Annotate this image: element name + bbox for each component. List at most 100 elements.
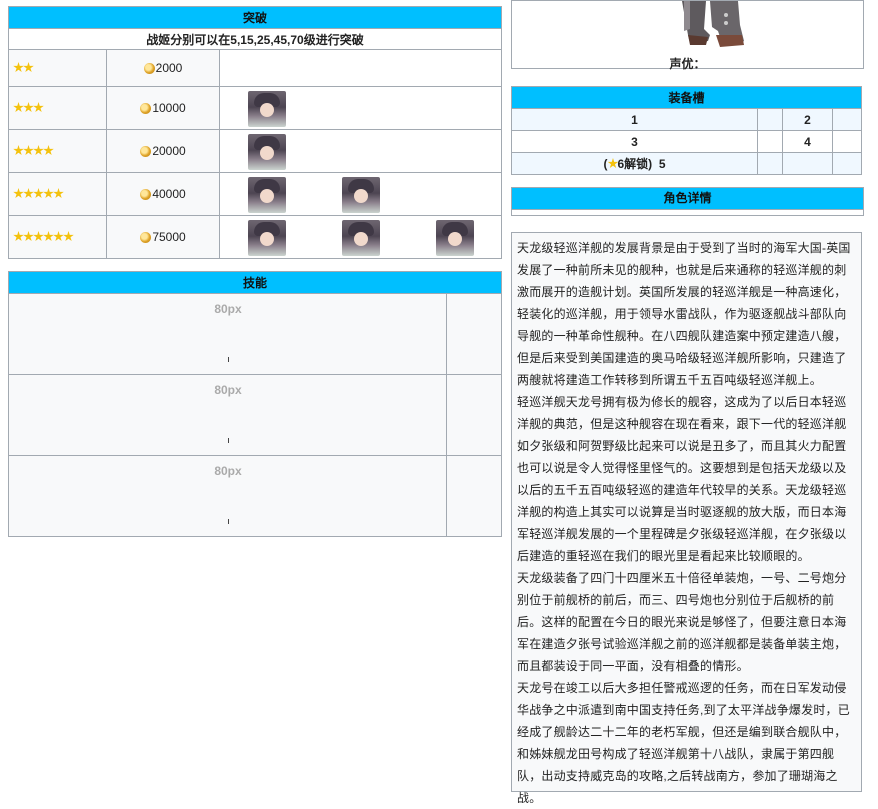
skills-header: 技能 xyxy=(8,271,502,294)
equip-slot-5-label: 5 xyxy=(658,157,666,171)
breakthrough-materials xyxy=(219,129,502,173)
equip-slot-3-value xyxy=(757,130,783,153)
breakthrough-header: 突破 xyxy=(8,6,502,29)
cost-value: 10000 xyxy=(152,101,186,115)
details-header: 角色详情 xyxy=(512,188,863,209)
equip-slot-3: 3 xyxy=(511,130,758,153)
skill-mark xyxy=(228,438,229,443)
skills-rows: 80px 80px 80px xyxy=(8,293,502,537)
character-portrait[interactable] xyxy=(248,220,286,256)
breakthrough-note: 战姬分别可以在5,15,25,45,70级进行突破 xyxy=(8,28,502,50)
star-icon xyxy=(33,102,44,113)
skill-row: 80px xyxy=(8,293,502,375)
skill-desc-cell xyxy=(446,374,502,456)
skill-mark xyxy=(228,357,229,362)
breakthrough-stars xyxy=(8,86,107,130)
details-header-panel: 角色详情 xyxy=(511,187,864,216)
breakthrough-row: 75000 xyxy=(8,215,502,259)
details-spacer xyxy=(512,209,863,215)
cost-value: 40000 xyxy=(152,187,186,201)
star-icon xyxy=(23,188,34,199)
star-icon xyxy=(13,188,24,199)
breakthrough-cost: 10000 xyxy=(106,86,220,130)
coin-icon xyxy=(140,189,152,200)
voice-panel: 声优： xyxy=(511,0,864,71)
star-icon xyxy=(13,102,24,113)
character-portrait[interactable] xyxy=(342,177,380,213)
character-portrait[interactable] xyxy=(436,220,474,256)
breakthrough-materials xyxy=(219,215,502,259)
star-icon xyxy=(33,145,44,156)
equipment-table: 装备槽 1 2 3 4 (6解锁) 5 xyxy=(511,86,862,175)
skill-mark xyxy=(228,519,229,524)
star-icon xyxy=(33,231,44,242)
cost-value: 2000 xyxy=(155,61,183,75)
skill-row: 80px xyxy=(8,374,502,456)
breakthrough-table: 突破 战姬分别可以在5,15,25,45,70级进行突破 2000 10000 20… xyxy=(8,6,502,259)
star-icon xyxy=(43,188,54,199)
equipment-panel: 装备槽 1 2 3 4 (6解锁) 5 xyxy=(511,86,862,175)
breakthrough-materials xyxy=(219,172,502,216)
breakthrough-cost: 75000 xyxy=(106,215,220,259)
equipment-header: 装备槽 xyxy=(511,86,862,109)
breakthrough-cost: 40000 xyxy=(106,172,220,216)
coin-icon xyxy=(140,232,152,243)
breakthrough-stars xyxy=(8,49,107,87)
skill-desc-cell xyxy=(446,293,502,375)
breakthrough-materials xyxy=(219,86,502,130)
star-icon xyxy=(63,231,74,242)
skill-row: 80px xyxy=(8,455,502,537)
character-portrait[interactable] xyxy=(342,220,380,256)
equip-slot-1-value xyxy=(757,108,783,131)
star-icon xyxy=(13,145,24,156)
character-portrait[interactable] xyxy=(248,91,286,127)
star-icon xyxy=(13,62,24,73)
skill-icon-cell: 80px xyxy=(8,374,447,456)
breakthrough-cost: 2000 xyxy=(106,49,220,87)
star-icon xyxy=(53,188,64,199)
equip-slot-4-value xyxy=(832,130,862,153)
description-paragraph: 天龙级轻巡洋舰的发展背景是由于受到了当时的海军大国-英国发展了一种前所未见的舰种… xyxy=(517,241,851,387)
star-icon xyxy=(33,188,44,199)
equip-slot-4: 4 xyxy=(782,130,833,153)
character-description: 天龙级轻巡洋舰的发展背景是由于受到了当时的海军大国-英国发展了一种前所未见的舰种… xyxy=(511,232,862,805)
breakthrough-row: 20000 xyxy=(8,129,502,173)
skill-icon-cell: 80px xyxy=(8,293,447,375)
breakthrough-row: 10000 xyxy=(8,86,502,130)
cost-value: 20000 xyxy=(152,144,186,158)
equip-slot-5-prefix: ( xyxy=(603,157,608,171)
description-paragraph: 轻巡洋舰天龙号拥有极为修长的舰容，这成为了以后日本轻巡洋舰的典范，但是这种舰容在… xyxy=(517,395,847,563)
skill-desc-cell xyxy=(446,455,502,537)
description-paragraph: 天龙号在竣工以后大多担任警戒巡逻的任务，而在日军发动侵华战争之中派遣到南中国支持… xyxy=(517,681,850,805)
star-icon xyxy=(23,102,34,113)
star-icon xyxy=(23,145,34,156)
equip-slot-5: (6解锁) 5 xyxy=(511,152,758,175)
equip-slot-2: 2 xyxy=(782,108,833,131)
skill-image-placeholder: 80px xyxy=(214,302,242,316)
equip-slot-5-lock: 6解锁) xyxy=(617,157,653,171)
star-icon xyxy=(43,145,54,156)
coin-icon xyxy=(143,63,155,74)
left-column: 突破 战姬分别可以在5,15,25,45,70级进行突破 2000 10000 20… xyxy=(8,6,502,537)
equip-slot-1: 1 xyxy=(511,108,758,131)
skill-image-placeholder: 80px xyxy=(214,464,242,478)
coin-icon xyxy=(140,146,152,157)
breakthrough-row: 2000 xyxy=(8,49,502,87)
character-portrait[interactable] xyxy=(248,134,286,170)
equip-slot-5-value xyxy=(757,152,783,175)
equip-empty-cell xyxy=(832,152,862,175)
breakthrough-materials xyxy=(219,49,502,87)
star-icon xyxy=(23,231,34,242)
skill-icon-cell: 80px xyxy=(8,455,447,537)
skill-image-placeholder: 80px xyxy=(214,383,242,397)
breakthrough-rows: 2000 10000 20000 40000 75000 xyxy=(8,49,502,259)
character-portrait[interactable] xyxy=(248,177,286,213)
star-icon xyxy=(53,231,64,242)
breakthrough-row: 40000 xyxy=(8,172,502,216)
breakthrough-stars xyxy=(8,129,107,173)
star-icon xyxy=(13,231,24,242)
breakthrough-stars xyxy=(8,215,107,259)
skills-table: 技能 80px 80px 80px xyxy=(8,271,502,537)
coin-icon xyxy=(140,103,152,114)
star-icon xyxy=(23,62,34,73)
